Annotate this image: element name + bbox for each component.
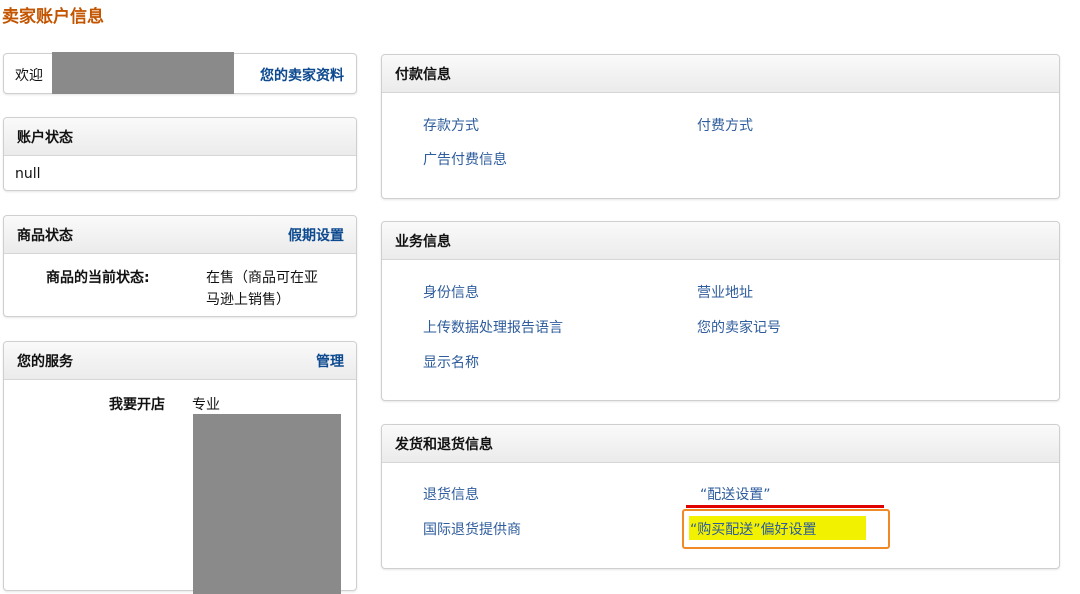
deposit-method-link[interactable]: 存款方式: [423, 115, 479, 135]
welcome-box: 欢迎 您的卖家资料: [3, 52, 357, 94]
ad-payment-info-link[interactable]: 广告付费信息: [423, 149, 507, 169]
services-title: 您的服务: [17, 353, 73, 370]
listing-status-title: 商品状态: [17, 227, 73, 244]
current-status-label: 商品的当前状态:: [46, 270, 150, 286]
current-status-value-line2: 马逊上销售）: [206, 292, 290, 308]
shipping-box: 发货和退货信息 退货信息 “配送设置” 国际退货提供商 “购买配送”偏好设置: [381, 424, 1060, 569]
manage-services-link[interactable]: 管理: [316, 351, 344, 371]
shipping-header: 发货和退货信息: [382, 425, 1059, 463]
services-box: 您的服务 管理 我要开店 专业: [3, 341, 357, 594]
listing-status-header: 商品状态 假期设置: [4, 216, 356, 254]
payment-box: 付款信息 存款方式 付费方式 广告付费信息: [381, 54, 1060, 199]
redacted-username: [52, 52, 234, 94]
red-underline-annotation: [686, 505, 884, 508]
account-status-title: 账户状态: [17, 129, 73, 146]
highlight-annotation-frame: “购买配送”偏好设置: [682, 509, 890, 549]
seller-token-link[interactable]: 您的卖家记号: [697, 317, 781, 337]
shipping-settings-link[interactable]: “配送设置”: [700, 484, 771, 504]
redacted-service-details: [193, 414, 341, 594]
business-address-link[interactable]: 营业地址: [697, 282, 753, 302]
vacation-settings-link[interactable]: 假期设置: [288, 225, 344, 245]
page-title: 卖家账户信息: [2, 7, 104, 27]
intl-return-provider-link[interactable]: 国际退货提供商: [423, 519, 521, 539]
identity-info-link[interactable]: 身份信息: [423, 282, 479, 302]
payment-title: 付款信息: [395, 66, 451, 83]
current-status-value-line1: 在售（商品可在亚: [206, 270, 318, 286]
buy-shipping-preferences-link[interactable]: “购买配送”偏好设置: [690, 519, 817, 539]
account-status-header: 账户状态: [4, 118, 356, 156]
data-report-language-link[interactable]: 上传数据处理报告语言: [423, 317, 563, 337]
account-status-value: null: [15, 166, 41, 182]
return-info-link[interactable]: 退货信息: [423, 484, 479, 504]
business-box: 业务信息 身份信息 营业地址 上传数据处理报告语言 您的卖家记号 显示名称: [381, 221, 1060, 401]
services-header: 您的服务 管理: [4, 342, 356, 380]
services-row-label: 我要开店: [109, 397, 165, 413]
business-title: 业务信息: [395, 233, 451, 250]
payment-header: 付款信息: [382, 55, 1059, 93]
listing-status-box: 商品状态 假期设置 商品的当前状态: 在售（商品可在亚 马逊上销售）: [3, 215, 357, 317]
business-header: 业务信息: [382, 222, 1059, 260]
charge-method-link[interactable]: 付费方式: [697, 115, 753, 135]
welcome-label: 欢迎: [15, 68, 43, 84]
display-name-link[interactable]: 显示名称: [423, 352, 479, 372]
shipping-title: 发货和退货信息: [395, 436, 493, 453]
account-status-box: 账户状态 null: [3, 117, 357, 191]
services-row-value: 专业: [192, 397, 220, 413]
seller-profile-link[interactable]: 您的卖家资料: [260, 65, 344, 85]
